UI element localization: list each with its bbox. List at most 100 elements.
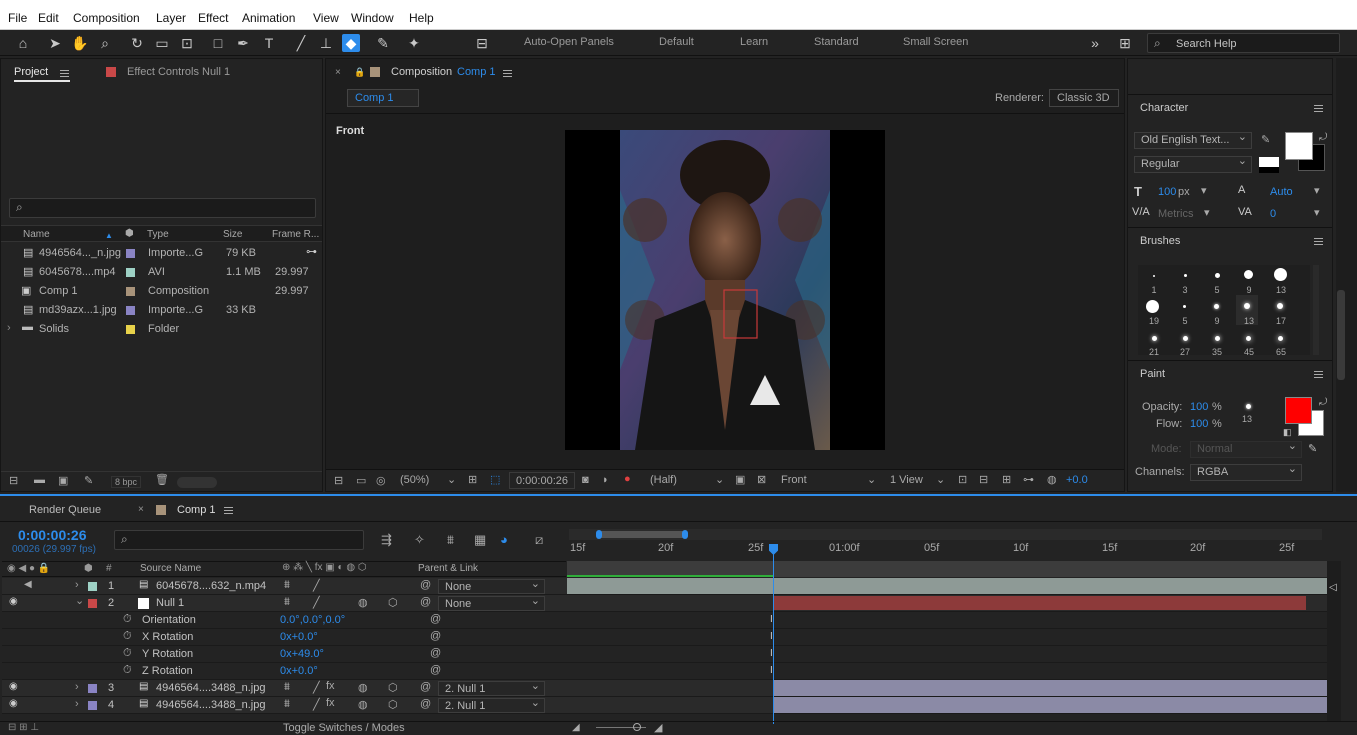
kerning-value[interactable]: Metrics <box>1158 208 1193 220</box>
property-value[interactable]: 0x+0.0° <box>280 631 318 643</box>
work-area-end-handle[interactable] <box>682 530 688 539</box>
chevron-right-icon[interactable]: › <box>75 698 79 710</box>
shy-layers-icon[interactable]: ⩩ <box>447 532 454 548</box>
property-row[interactable]: ⏱ Z Rotation 0x+0.0° @ <box>2 663 1327 680</box>
menu-icon[interactable] <box>60 70 69 77</box>
resolution-dropdown[interactable]: (Half) <box>650 474 677 486</box>
label-swatch[interactable] <box>88 599 97 608</box>
menu-icon[interactable] <box>1314 105 1323 112</box>
menu-effect[interactable]: Effect <box>198 11 228 25</box>
hand-tool-icon[interactable]: ✋ <box>71 34 89 52</box>
snapshot-toggle-icon[interactable]: ⊟ <box>334 474 343 487</box>
layer-row[interactable]: ◉ ⌄ 2 Null 1 ⩩ ╱ ◍ ⬡ @ None <box>2 594 1327 612</box>
puppet-tool-icon[interactable]: ✦ <box>405 34 423 52</box>
project-item[interactable]: ▣ Comp 1 Composition 29.997 <box>2 282 322 301</box>
tab-comp-timeline[interactable]: Comp 1 <box>177 504 216 516</box>
chevron-right-icon[interactable]: › <box>75 681 79 693</box>
frame-blending-icon[interactable]: ▦ <box>474 532 486 548</box>
col-type[interactable]: Type <box>147 229 169 240</box>
flowchart-icon[interactable]: ⊶ <box>1023 473 1034 486</box>
keyframe-marker[interactable]: I <box>770 648 773 659</box>
clone-stamp-tool-icon[interactable]: ⊥ <box>317 34 335 52</box>
menu-composition[interactable]: Composition <box>73 11 140 25</box>
monitor-icon[interactable]: ▭ <box>356 474 366 487</box>
thumbnail-slider[interactable] <box>177 477 217 488</box>
parent-dropdown[interactable]: None <box>438 577 545 594</box>
3d-layer-switch-icon[interactable]: ⬡ <box>388 681 398 694</box>
workspace-learn[interactable]: Learn <box>740 36 768 48</box>
chevron-down-icon[interactable]: ▾ <box>1201 184 1207 197</box>
label-swatch[interactable] <box>88 582 97 591</box>
quality-switch-icon[interactable]: ╱ <box>313 698 320 711</box>
stopwatch-icon[interactable]: ⏱ <box>123 613 132 626</box>
project-item[interactable]: ▤ 4946564..._n.jpg Importe...G 79 KB ⊶ <box>2 244 322 263</box>
property-value[interactable]: 0x+49.0° <box>280 648 324 660</box>
pick-whip-icon[interactable]: @ <box>420 596 431 608</box>
rectangle-tool-icon[interactable]: □ <box>209 34 227 52</box>
project-settings-icon[interactable]: ✎ <box>84 474 93 487</box>
col-source-name[interactable]: Source Name <box>140 563 201 574</box>
camera-tool-icon[interactable]: ▭ <box>153 34 171 52</box>
zoom-out-icon[interactable]: ◢ <box>572 722 580 733</box>
interpret-footage-icon[interactable]: ⊟ <box>9 474 18 487</box>
menu-icon[interactable] <box>1314 371 1323 378</box>
zoom-tool-icon[interactable]: ⌕ <box>96 34 114 52</box>
tab-render-queue[interactable]: Render Queue <box>29 504 101 516</box>
view-layout-dropdown[interactable]: 1 View <box>890 474 923 486</box>
project-item[interactable]: ▤ md39azx...1.jpg Importe...G 33 KB <box>2 301 322 320</box>
shy-switch-icon[interactable]: ⩩ <box>284 698 290 711</box>
layer-duration-bar[interactable] <box>774 596 1306 610</box>
new-composition-icon[interactable]: ▣ <box>58 474 68 487</box>
comp-marker-bin-icon[interactable]: ◁ <box>1329 582 1337 593</box>
stopwatch-icon[interactable]: ⏱ <box>123 630 132 643</box>
close-icon[interactable]: × <box>138 504 144 515</box>
layer-duration-bar[interactable] <box>774 697 1327 713</box>
sync-settings-icon[interactable]: ⊞ <box>1116 34 1134 52</box>
current-time-indicator[interactable] <box>773 544 774 724</box>
eye-icon[interactable]: ◉ <box>9 681 18 692</box>
flow-value[interactable]: 100 <box>1190 418 1208 430</box>
renderer-button[interactable]: Classic 3D <box>1049 89 1119 107</box>
3d-layer-switch-icon[interactable]: ⬡ <box>388 596 398 609</box>
more-workspaces-icon[interactable]: » <box>1086 34 1104 52</box>
chevron-right-icon[interactable]: › <box>7 322 11 334</box>
property-value[interactable]: 0.0°,0.0°,0.0° <box>280 614 345 626</box>
eyedropper-icon[interactable]: ✎ <box>1308 442 1317 455</box>
fast-previews-icon[interactable]: ▣ <box>735 473 745 486</box>
quality-switch-icon[interactable]: ╱ <box>313 596 320 609</box>
time-ruler[interactable]: 15f 20f 25f 01:00f 05f 10f 15f 20f 25f <box>569 541 1329 558</box>
zoom-in-icon[interactable]: ◢ <box>654 721 662 734</box>
layer-row[interactable]: ◉ › 4 ▤ 4946564....3488_n.jpg ⩩ ╱ fx ◍ ⬡… <box>2 696 1327 714</box>
toggle-switches-modes[interactable]: Toggle Switches / Modes <box>283 722 405 734</box>
zoom-slider-handle[interactable] <box>633 723 641 731</box>
reset-exposure-icon[interactable]: ◍ <box>1047 473 1057 486</box>
channels-dropdown[interactable]: RGBA <box>1190 462 1302 481</box>
trash-icon[interactable]: 🗑 <box>155 473 169 486</box>
layer-name[interactable]: 4946564....3488_n.jpg <box>156 682 266 694</box>
adjustment-switch-icon[interactable]: ◍ <box>358 596 368 609</box>
camera-view-dropdown[interactable]: Front <box>781 474 807 486</box>
close-icon[interactable]: × <box>335 67 341 78</box>
work-area-bar[interactable] <box>569 529 1322 540</box>
property-row[interactable]: ⏱ Y Rotation 0x+49.0° @ <box>2 646 1327 663</box>
brushes-scrollbar[interactable] <box>1313 265 1319 355</box>
tracking-value[interactable]: 0 <box>1270 208 1276 220</box>
font-size-value[interactable]: 100 <box>1158 186 1176 198</box>
brush-tool-icon[interactable]: ╱ <box>292 34 310 52</box>
menu-edit[interactable]: Edit <box>38 11 59 25</box>
workspace-standard[interactable]: Standard <box>814 36 859 48</box>
adjustment-switch-icon[interactable]: ◍ <box>358 698 368 711</box>
tab-project[interactable]: Project <box>14 66 48 78</box>
new-folder-icon[interactable]: ▬ <box>34 474 45 486</box>
menu-animation[interactable]: Animation <box>242 11 295 25</box>
brush-presets-grid[interactable]: 1 3 5 9 13 19 5 9 13 17 21 27 35 45 65 <box>1138 265 1310 355</box>
property-row[interactable]: ⏱ Orientation 0.0°,0.0°,0.0° @ <box>2 612 1327 629</box>
project-search-input[interactable]: ⌕ <box>9 198 316 218</box>
pick-whip-icon[interactable]: @ <box>430 630 441 642</box>
tab-composition-name[interactable]: Comp 1 <box>457 66 496 78</box>
chevron-down-icon[interactable]: ▾ <box>1314 206 1320 219</box>
swap-colors-icon[interactable]: ⤾ <box>1319 397 1327 408</box>
col-name[interactable]: Name <box>23 229 50 240</box>
col-parent-link[interactable]: Parent & Link <box>418 563 478 574</box>
mask-visibility-icon[interactable]: ◎ <box>376 474 386 487</box>
